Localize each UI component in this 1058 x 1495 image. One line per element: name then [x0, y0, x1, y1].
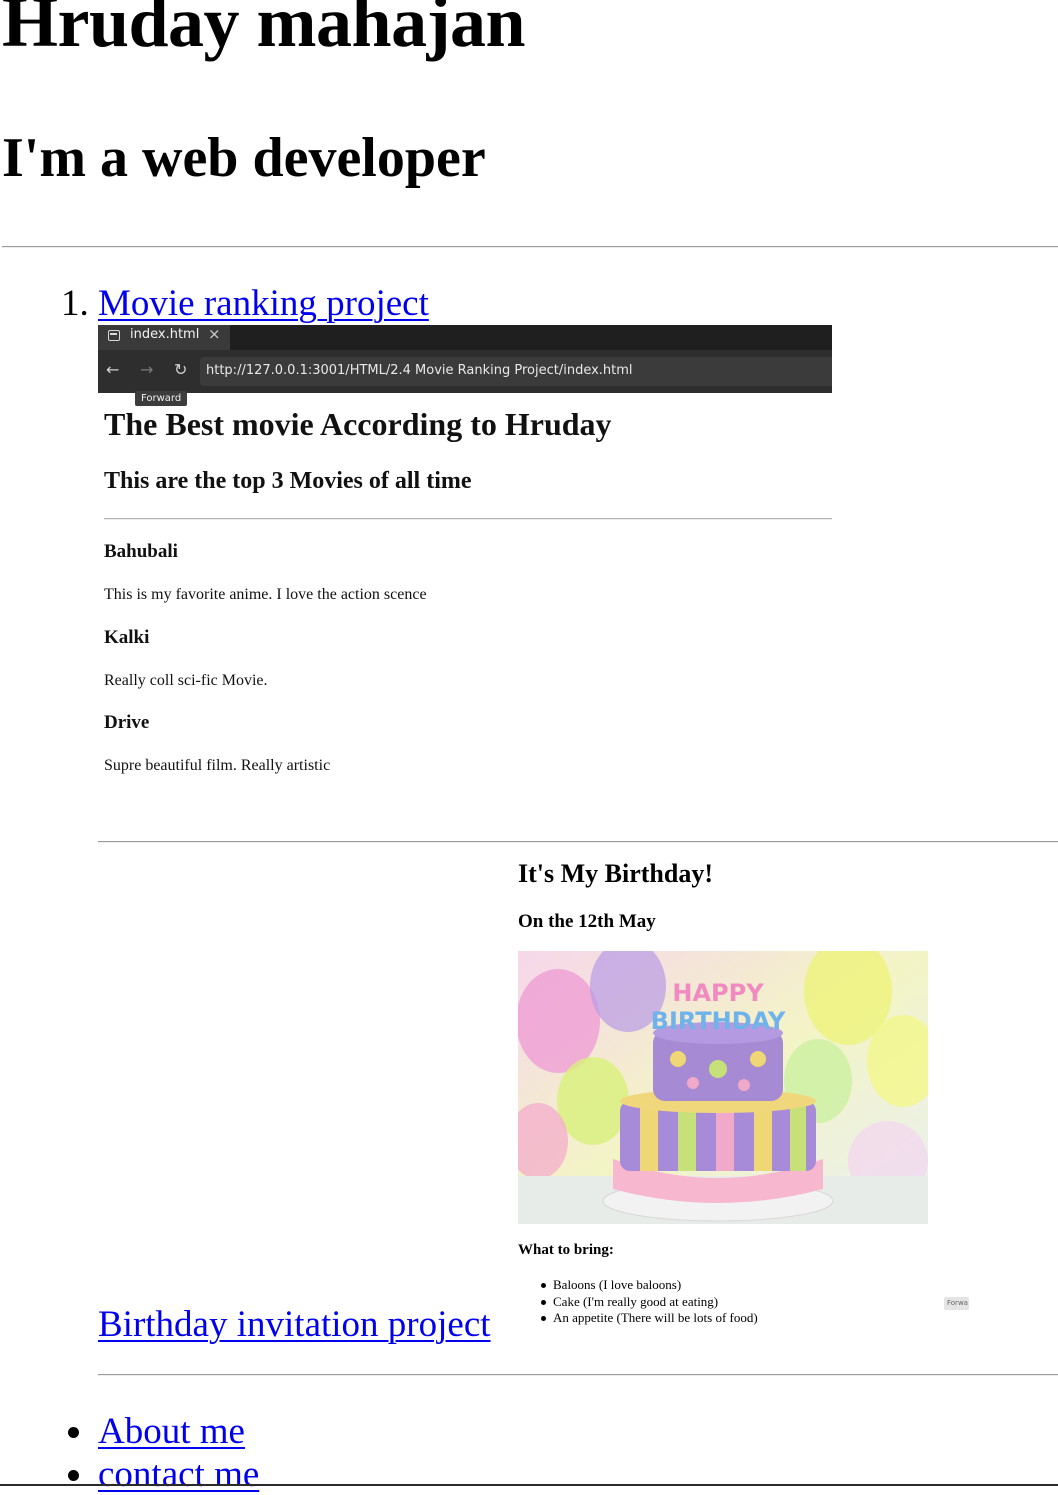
forward-tooltip: Forwa: [944, 1297, 969, 1310]
list-item: An appetite (There will be lots of food): [536, 1310, 758, 1327]
list-bullet: [68, 1427, 79, 1438]
movie-ranking-screenshot: index.html × ← → ↻ http://127.0.0.1:3001…: [98, 325, 832, 795]
about-me-link[interactable]: About me: [98, 1413, 245, 1450]
movie-name: Bahubali: [104, 541, 178, 562]
divider-middle: [98, 841, 1058, 843]
close-icon: ×: [208, 325, 221, 343]
page-subtitle: I'm a web developer: [2, 127, 486, 189]
divider-top: [2, 246, 1058, 248]
url-field: http://127.0.0.1:3001/HTML/2.4 Movie Ran…: [200, 357, 832, 386]
browser-tab-bar: index.html ×: [98, 325, 832, 350]
movie-name: Drive: [104, 712, 150, 733]
movie-description: Really coll sci-fic Movie.: [104, 672, 268, 689]
movie-page-title: The Best movie According to Hruday: [104, 406, 612, 442]
back-arrow-icon: ←: [106, 360, 120, 379]
contact-me-link[interactable]: contact me: [98, 1456, 259, 1493]
reload-icon: ↻: [174, 360, 188, 379]
list-item: Cake (I'm really good at eating): [536, 1294, 758, 1311]
svg-text:HAPPY: HAPPY: [672, 979, 764, 1007]
forward-tooltip: Forward: [135, 391, 188, 406]
bring-list: Baloons (I love baloons) Cake (I'm reall…: [536, 1277, 758, 1327]
birthday-invitation-project-link[interactable]: Birthday invitation project: [98, 1306, 491, 1343]
list-number: 1.: [61, 283, 89, 324]
movie-divider: [104, 518, 832, 520]
what-to-bring-heading: What to bring:: [518, 1242, 614, 1258]
movie-description: This is my favorite anime. I love the ac…: [104, 586, 427, 603]
page-icon: [108, 330, 120, 341]
browser-tab-title: index.html: [130, 327, 200, 342]
birthday-cake-image: HAPPY BIRTHDAY: [518, 951, 928, 1224]
browser-tab: index.html ×: [98, 325, 230, 350]
movie-name: Kalki: [104, 627, 150, 648]
list-item: Baloons (I love baloons): [536, 1277, 758, 1294]
movie-description: Supre beautiful film. Really artistic: [104, 757, 331, 774]
forward-arrow-icon: →: [140, 360, 154, 379]
divider-bottom: [98, 1374, 1058, 1376]
movie-ranking-project-link[interactable]: Movie ranking project: [98, 285, 429, 322]
birthday-invitation-screenshot: It's My Birthday! On the 12th May HAPPY …: [510, 845, 970, 1345]
url-text: http://127.0.0.1:3001/HTML/2.4 Movie Ran…: [206, 363, 633, 378]
birthday-title: It's My Birthday!: [518, 859, 713, 888]
list-bullet: [68, 1470, 79, 1481]
svg-text:BIRTHDAY: BIRTHDAY: [651, 1007, 786, 1035]
movie-page-subtitle: This are the top 3 Movies of all time: [104, 468, 472, 494]
birthday-date: On the 12th May: [518, 911, 656, 932]
page-title: Hruday mahajan: [2, 0, 526, 62]
browser-address-bar: ← → ↻ http://127.0.0.1:3001/HTML/2.4 Mov…: [98, 350, 832, 393]
